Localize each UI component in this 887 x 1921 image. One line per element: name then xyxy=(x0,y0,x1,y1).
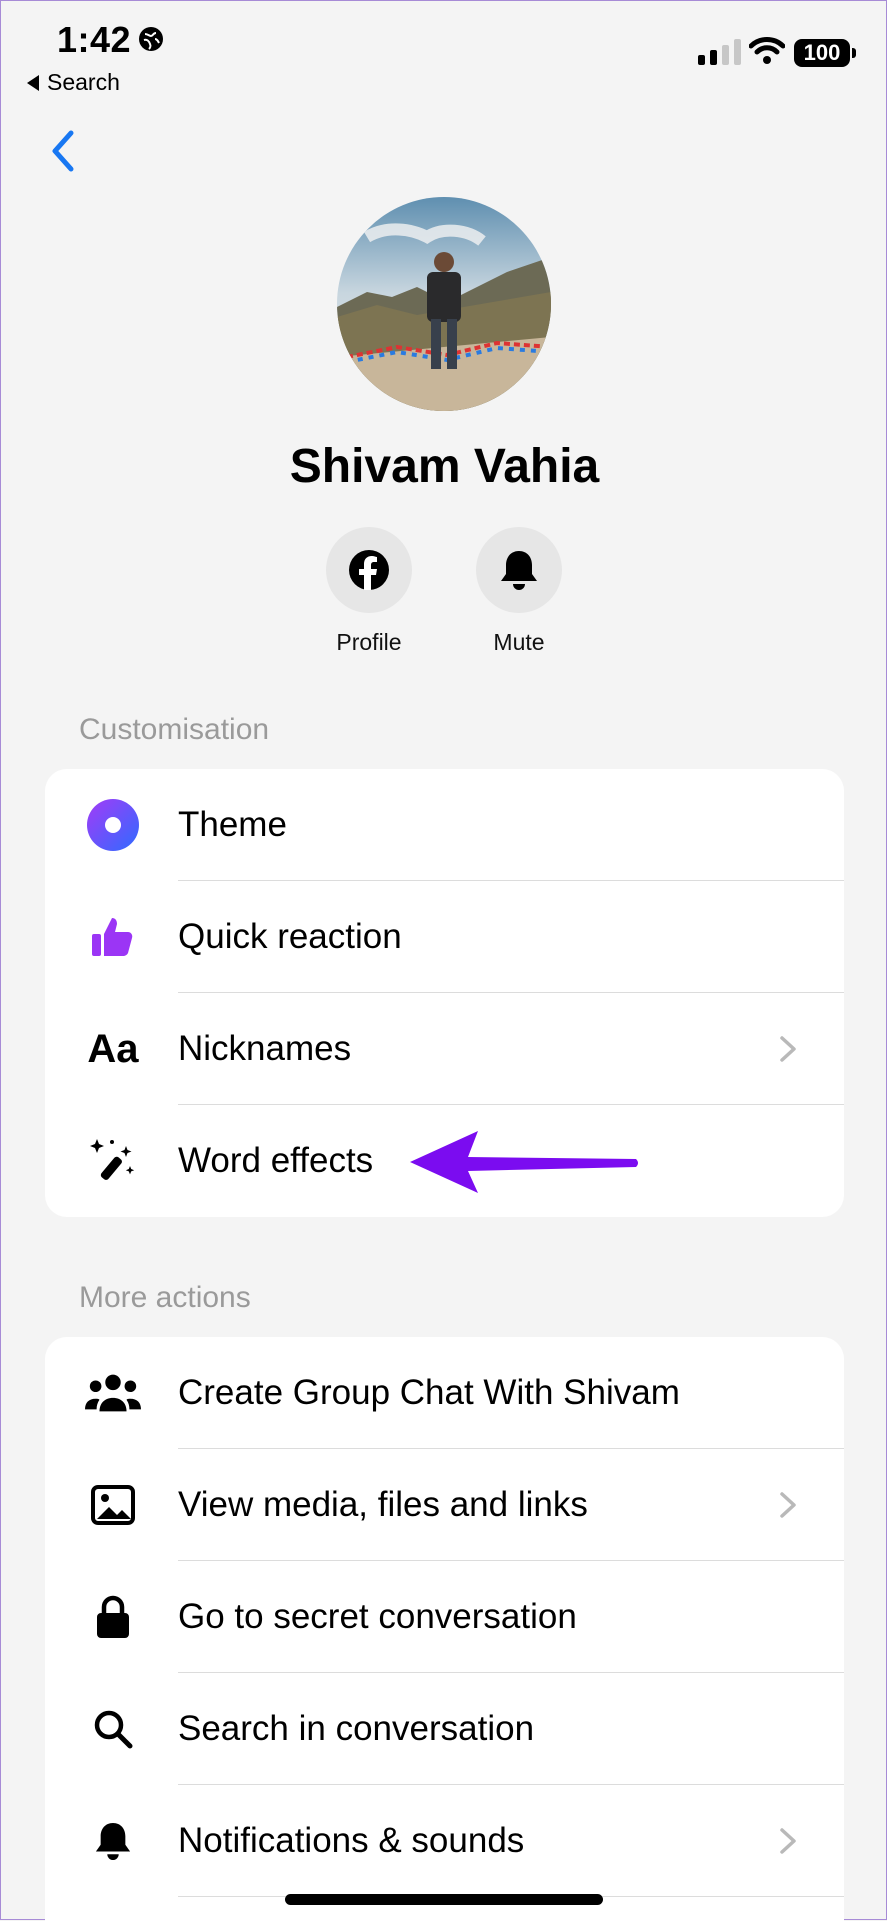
row-label: Notifications & sounds xyxy=(178,1821,525,1860)
back-to-app-label: Search xyxy=(47,69,120,95)
row-view-media[interactable]: View media, files and links xyxy=(45,1449,844,1561)
globe-icon xyxy=(139,27,163,51)
chevron-right-icon xyxy=(780,1828,796,1854)
chevron-left-icon[interactable] xyxy=(45,127,81,175)
home-indicator[interactable] xyxy=(285,1894,603,1905)
more-actions-card: Create Group Chat With Shivam View media… xyxy=(45,1337,844,1921)
mute-action[interactable]: Mute xyxy=(454,527,584,656)
profile-button[interactable] xyxy=(326,527,412,613)
row-notifications[interactable]: Notifications & sounds xyxy=(45,1785,844,1897)
lock-icon xyxy=(85,1591,141,1643)
thumbs-up-icon xyxy=(85,911,141,963)
status-time: 1:42 xyxy=(57,19,132,60)
chevron-right-icon xyxy=(780,1036,796,1062)
mute-action-label: Mute xyxy=(493,629,545,655)
row-create-group[interactable]: Create Group Chat With Shivam xyxy=(45,1337,844,1449)
battery-level: 100 xyxy=(803,40,841,65)
row-search-conversation[interactable]: Search in conversation xyxy=(45,1673,844,1785)
row-theme[interactable]: Theme xyxy=(45,769,844,881)
arrow-left-icon xyxy=(410,1131,638,1193)
image-icon xyxy=(85,1479,141,1531)
profile-action[interactable]: Profile xyxy=(304,527,434,656)
row-nicknames[interactable]: Aa Nicknames xyxy=(45,993,844,1105)
back-triangle-icon xyxy=(27,74,39,91)
theme-dot-icon xyxy=(85,799,141,851)
section-title-more-actions: More actions xyxy=(79,1281,251,1314)
profile-name: Shivam Vahia xyxy=(289,440,600,493)
facebook-icon xyxy=(349,550,389,590)
row-label: Word effects xyxy=(178,1141,374,1180)
battery-icon: 100 xyxy=(794,39,856,67)
wifi-icon xyxy=(749,37,785,64)
text-aa-icon: Aa xyxy=(87,1026,139,1071)
row-quick-reaction[interactable]: Quick reaction xyxy=(45,881,844,993)
group-icon xyxy=(85,1367,141,1419)
row-label: Create Group Chat With Shivam xyxy=(178,1373,680,1412)
profile-action-label: Profile xyxy=(336,629,402,655)
magic-wand-icon xyxy=(85,1135,141,1187)
row-label: View media, files and links xyxy=(178,1485,588,1524)
row-label: Theme xyxy=(178,805,287,844)
row-label: Go to secret conversation xyxy=(178,1597,577,1636)
chevron-right-icon xyxy=(780,1492,796,1518)
bell-icon xyxy=(501,551,537,590)
row-label: Quick reaction xyxy=(178,917,402,956)
search-icon xyxy=(85,1703,141,1755)
row-label: Nicknames xyxy=(178,1029,352,1068)
profile-photo xyxy=(337,197,551,411)
row-label: Search in conversation xyxy=(178,1709,535,1748)
back-to-app-link[interactable]: Search xyxy=(27,69,120,96)
signal-icon xyxy=(698,39,741,65)
section-title-customisation: Customisation xyxy=(79,713,270,746)
mute-button[interactable] xyxy=(476,527,562,613)
row-secret-conversation[interactable]: Go to secret conversation xyxy=(45,1561,844,1673)
bell-icon xyxy=(85,1815,141,1867)
profile-avatar[interactable] xyxy=(337,197,551,411)
